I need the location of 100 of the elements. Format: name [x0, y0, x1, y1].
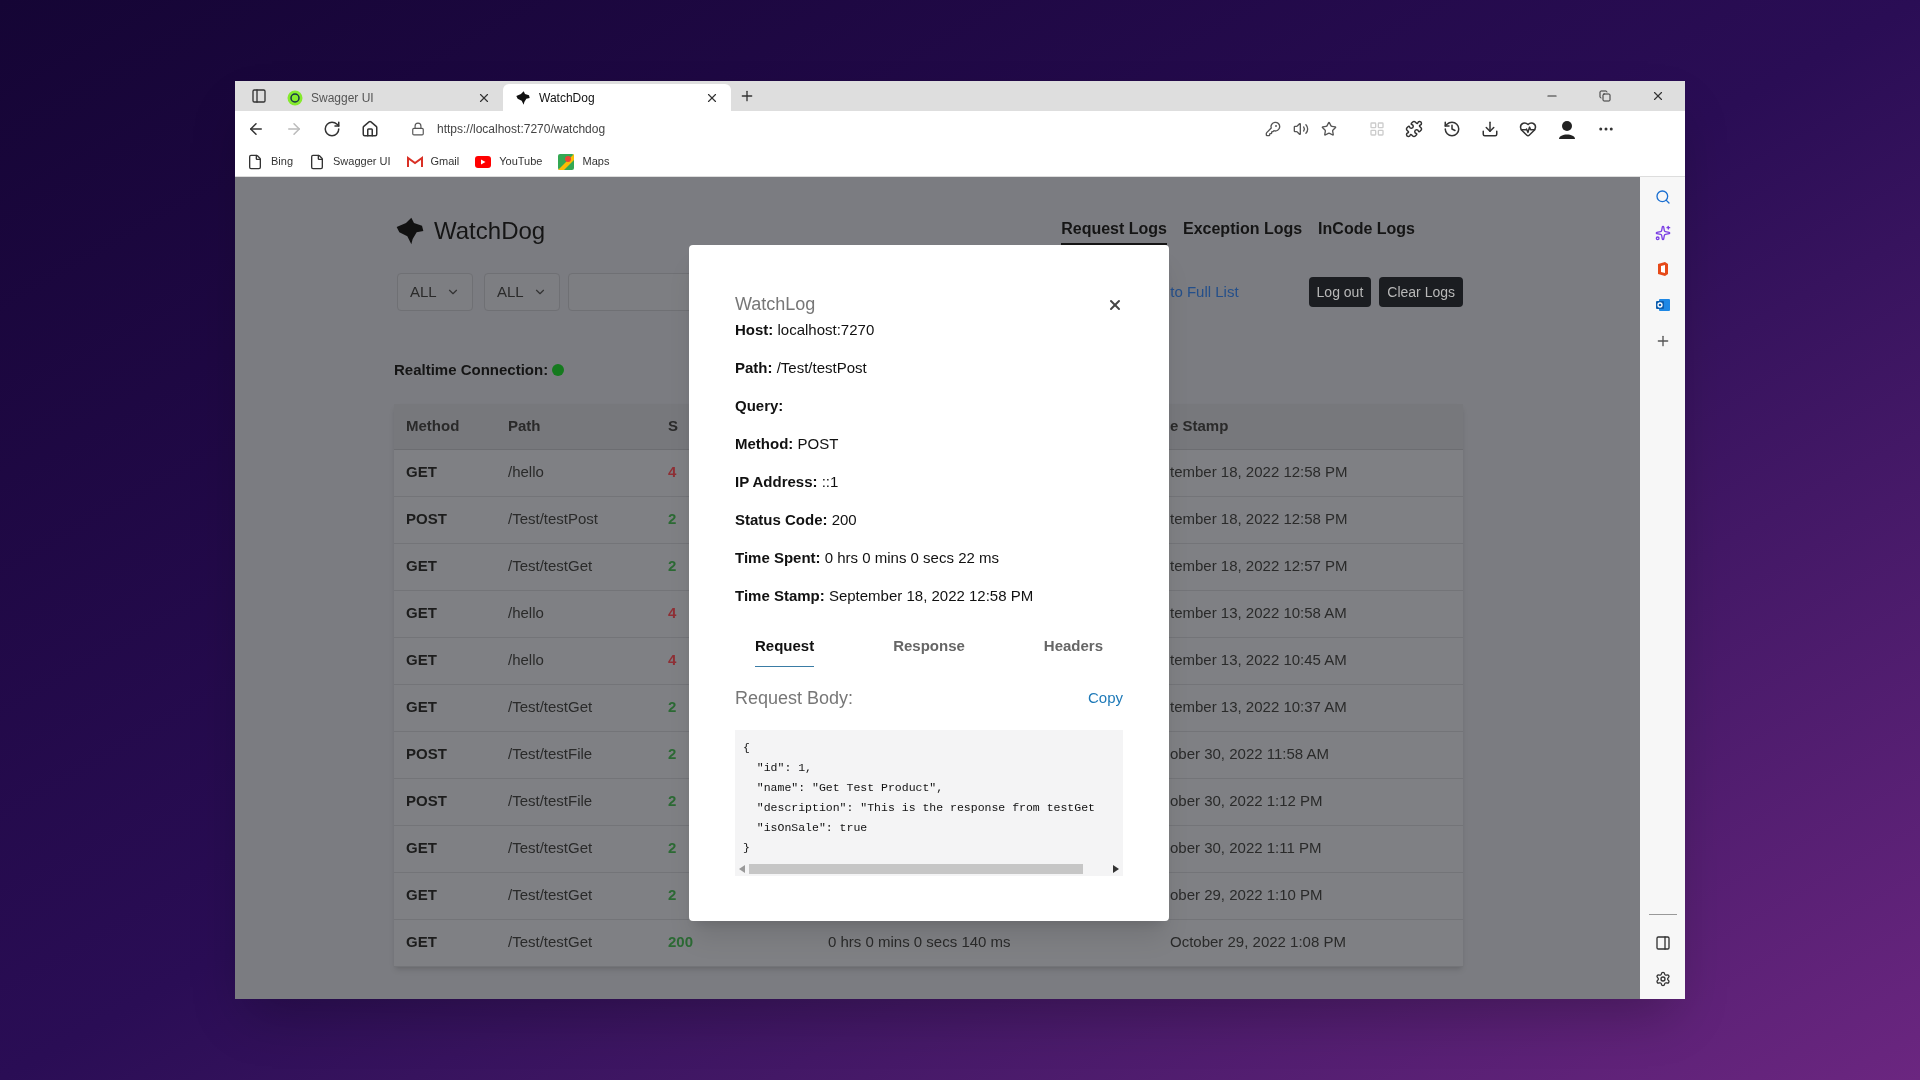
- search-icon[interactable]: [1654, 189, 1671, 205]
- code-line: {: [743, 739, 751, 756]
- browser-tab[interactable]: WatchDog: [503, 84, 731, 111]
- bookmark-link[interactable]: Bing: [247, 153, 294, 170]
- panel-icon[interactable]: [1654, 935, 1671, 951]
- status-cell: 4: [668, 604, 677, 622]
- table-cell-text: /Test/testGet: [508, 556, 594, 577]
- table-cell-text: POST: [405, 744, 448, 765]
- table-cell-text: tember 18, 2022 12:57 PM: [1170, 556, 1348, 577]
- sparkle-icon[interactable]: [1654, 225, 1671, 241]
- lock-icon: [411, 122, 425, 136]
- table-cell-text: /Test/testFile: [508, 744, 594, 765]
- bookmark-link[interactable]: Swagger UI: [309, 153, 391, 170]
- dialog-tab[interactable]: Request: [755, 635, 815, 667]
- play-icon: [475, 155, 492, 168]
- status-cell: 2: [668, 557, 677, 575]
- table-cell-text: tember 13, 2022 10:58 AM: [1170, 603, 1347, 624]
- profile-avatar[interactable]: [1557, 119, 1577, 139]
- browser-tab[interactable]: Swagger UI: [275, 84, 503, 111]
- action-button[interactable]: Log out: [1308, 277, 1372, 307]
- filter-select[interactable]: ALL: [397, 273, 473, 311]
- star-icon[interactable]: [1321, 121, 1337, 137]
- filter-select[interactable]: ALL: [484, 273, 560, 311]
- status-cell: 2: [668, 839, 677, 857]
- detail-field: Path: /Test/testPost: [735, 358, 1123, 377]
- detail-field: Method: POST: [735, 434, 1123, 453]
- tab-actions-icon[interactable]: [251, 88, 267, 104]
- dialog-tab[interactable]: Headers: [1043, 635, 1103, 667]
- table-cell-text: /hello: [508, 650, 545, 671]
- table-cell-text: /hello: [508, 603, 545, 624]
- back-icon[interactable]: [247, 120, 265, 138]
- copy-link[interactable]: Copy: [1087, 686, 1123, 710]
- table-cell-text: GET: [405, 462, 438, 483]
- scroll-left-arrow-icon[interactable]: [739, 864, 745, 873]
- scroll-right-arrow-icon[interactable]: [1113, 864, 1119, 873]
- table-cell-text: GET: [405, 885, 438, 906]
- heart-icon[interactable]: [1519, 120, 1537, 138]
- table-cell-text: /Test/testGet: [508, 697, 594, 718]
- realtime-label: Realtime Connection:: [394, 360, 549, 380]
- mail-app-icon[interactable]: [1654, 297, 1671, 313]
- column-header: S: [668, 416, 678, 434]
- status-cell: 2: [668, 745, 677, 763]
- key-icon[interactable]: [1265, 121, 1281, 137]
- table-cell-text: /Test/testPost: [508, 509, 600, 530]
- history-icon[interactable]: [1443, 120, 1461, 138]
- table-cell-text: ober 30, 2022 11:58 AM: [1170, 744, 1329, 765]
- table-cell-text: ober 29, 2022 1:10 PM: [1170, 885, 1323, 906]
- download-icon[interactable]: [1481, 120, 1499, 138]
- column-header: Path: [508, 415, 542, 436]
- bookmark-link[interactable]: YouTube: [475, 153, 543, 170]
- table-cell-text: GET: [405, 697, 438, 718]
- code-line: "description": "This is the response from testGet: [755, 799, 1096, 816]
- map-pin-icon: [558, 153, 575, 170]
- code-line: "isOnSale": true: [755, 819, 869, 836]
- bookmark-link[interactable]: Gmail: [406, 153, 460, 170]
- dialog-tab[interactable]: Response: [893, 635, 965, 667]
- home-icon[interactable]: [361, 120, 379, 138]
- status-cell: 2: [668, 792, 677, 810]
- page-icon: [309, 153, 326, 170]
- table-cell-text: POST: [405, 791, 448, 812]
- code-line: "name": "Get Test Product",: [755, 779, 945, 796]
- table-cell-text: GET: [405, 932, 438, 953]
- table-cell-text: ober 30, 2022 1:11 PM: [1170, 838, 1322, 859]
- table-cell-text: October 29, 2022 1:08 PM: [1170, 932, 1346, 953]
- detail-field: Host: localhost:7270: [735, 320, 1123, 339]
- page-icon: [247, 153, 263, 170]
- mail-icon: [406, 155, 423, 168]
- nav-link[interactable]: Exception Logs: [1183, 217, 1303, 245]
- status-cell: 2: [668, 886, 677, 904]
- table-cell-text: GET: [405, 838, 438, 859]
- reload-icon[interactable]: [323, 120, 341, 138]
- read-aloud-icon[interactable]: [1293, 121, 1309, 137]
- restore-icon[interactable]: [1599, 90, 1611, 102]
- table-cell: 0 hrs 0 mins 0 secs 140 ms: [828, 933, 1011, 951]
- detail-field: Time Spent: 0 hrs 0 mins 0 secs 22 ms: [735, 548, 1123, 567]
- nav-link[interactable]: InCode Logs: [1318, 217, 1415, 245]
- dialog-title: WatchLog: [735, 293, 816, 316]
- table-cell-text: tember 18, 2022 12:58 PM: [1170, 462, 1348, 483]
- table-cell-text: /Test/testGet: [508, 838, 594, 859]
- table-cell-text: tember 13, 2022 10:37 AM: [1170, 697, 1347, 718]
- body-label: Request Body:: [735, 686, 854, 710]
- table-cell-text: /hello: [508, 462, 545, 483]
- tab-title: WatchDog: [539, 89, 596, 107]
- swagger-icon: [287, 89, 303, 106]
- action-button[interactable]: Clear Logs: [1379, 277, 1463, 307]
- puzzle-icon[interactable]: [1405, 120, 1423, 138]
- close-icon[interactable]: [1651, 89, 1665, 103]
- status-cell: 2: [668, 698, 677, 716]
- table-cell-text: tember 18, 2022 12:58 PM: [1170, 509, 1348, 530]
- table-cell-text: /Test/testGet: [508, 885, 594, 906]
- detail-field: Query:: [735, 396, 1123, 415]
- column-header: Method: [405, 415, 461, 436]
- table-cell-text: tember 13, 2022 10:45 AM: [1170, 650, 1347, 671]
- table-cell-text: GET: [405, 650, 438, 671]
- new-tab-icon[interactable]: [739, 88, 755, 104]
- settings-icon[interactable]: [1654, 971, 1671, 987]
- table-cell-text: /Test/testGet: [508, 932, 594, 953]
- tab-title: Swagger UI: [311, 89, 375, 107]
- table-cell-text: GET: [405, 556, 438, 577]
- bookmark-link[interactable]: Maps: [558, 153, 610, 170]
